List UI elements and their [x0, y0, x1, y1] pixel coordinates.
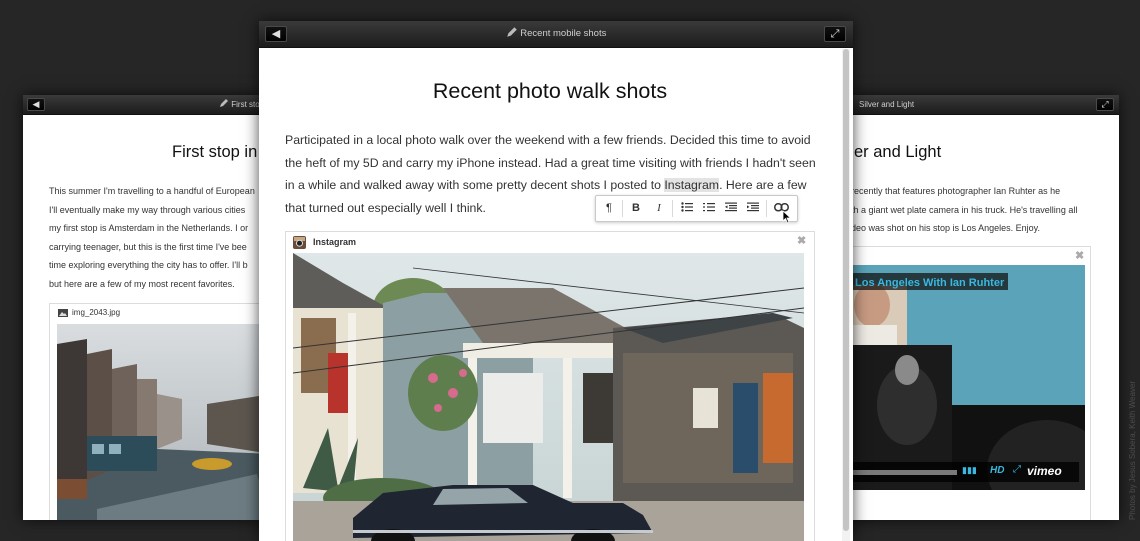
video-title-overlay: Los Angeles With Ian Ruhter: [851, 273, 1009, 290]
left-body-text: This summer I'm travelling to a handful …: [49, 182, 263, 293]
toolbar-divider: [672, 200, 673, 217]
right-body-line: recently that features photographer Ian …: [851, 186, 1061, 196]
numbered-list-button[interactable]: [698, 196, 720, 221]
italic-button[interactable]: I: [648, 196, 670, 221]
left-body-line: time exploring everything the city has t…: [49, 260, 248, 270]
left-body-line: This summer I'm travelling to a handful …: [49, 186, 255, 196]
selected-word-instagram[interactable]: Instagram: [664, 178, 720, 193]
italic-icon: I: [657, 202, 661, 214]
left-body-line: I'll eventually make my way through vari…: [49, 204, 246, 215]
bullet-list-icon: [681, 202, 693, 212]
amsterdam-canal-photo: [57, 324, 263, 520]
right-document-window: Silver and Light ⤢ er and Light recently…: [846, 95, 1119, 520]
right-expand-button[interactable]: ⤢: [1096, 98, 1114, 111]
mouse-cursor-icon: [782, 210, 792, 224]
right-heading: er and Light: [854, 143, 942, 161]
right-window-titlebar: Silver and Light ⤢: [846, 95, 1119, 115]
right-body-line: th a giant wet plate camera in his truck…: [851, 204, 1078, 215]
street-photo: [293, 253, 804, 541]
back-arrow-icon: ◀: [32, 99, 40, 109]
instagram-icon: [293, 236, 306, 249]
photo-credit-text: Photos by Jesus Sobera, Keith Weaver: [1128, 380, 1137, 520]
main-window-title: Recent mobile shots: [520, 28, 607, 39]
video-title: Los Angeles With Ian Ruhter: [855, 277, 1005, 289]
indent-icon: [747, 202, 759, 212]
left-back-button[interactable]: ◀: [27, 98, 45, 111]
bold-button[interactable]: B: [625, 196, 647, 221]
embed-label: Instagram: [313, 237, 357, 247]
main-expand-button[interactable]: ⤢: [824, 26, 846, 42]
right-video-card[interactable]: ✖ Los Angeles With Ian Ruhter ▮▮▮ HD ⤢ v…: [846, 246, 1091, 520]
document-heading[interactable]: Recent photo walk shots: [259, 79, 841, 104]
left-document-window: ◀ First stop First stop in This summer I…: [23, 95, 263, 520]
image-file-icon: [58, 309, 68, 317]
video-controls: ▮▮▮ HD ⤢ vimeo: [847, 462, 1079, 482]
left-heading: First stop in: [172, 143, 258, 161]
right-body-line: deo was shot on his stop is Los Angeles.…: [851, 223, 1040, 233]
paragraph-icon: ¶: [606, 202, 612, 214]
left-body-line: but here are a few of my most recent fav…: [49, 278, 235, 289]
instagram-embed-card[interactable]: Instagram ✖: [285, 231, 815, 541]
left-window-title-group: First stop: [219, 95, 263, 114]
fullscreen-icon[interactable]: ⤢: [1013, 464, 1021, 475]
outdent-icon: [725, 202, 737, 212]
main-document-window: Recent mobile shots ◀ ⤢ Recent photo wal…: [259, 21, 853, 541]
indent-button[interactable]: [742, 196, 764, 221]
main-window-titlebar: Recent mobile shots ◀ ⤢: [259, 21, 853, 48]
pen-icon: [506, 27, 517, 37]
pen-icon: [220, 99, 228, 107]
vimeo-logo[interactable]: vimeo: [1027, 464, 1062, 478]
scrollbar-thumb[interactable]: [843, 49, 849, 531]
hd-button[interactable]: HD: [990, 465, 1004, 476]
bold-icon: B: [632, 202, 640, 214]
main-window-title-group: Recent mobile shots: [259, 21, 853, 47]
instagram-photo: [293, 253, 804, 541]
video-progress-bar[interactable]: [851, 470, 957, 475]
main-back-button[interactable]: ◀: [265, 26, 287, 42]
right-body-text: recently that features photographer Ian …: [851, 182, 1116, 238]
toolbar-divider: [622, 200, 623, 217]
right-window-title: Silver and Light: [859, 100, 915, 109]
outdent-button[interactable]: [720, 196, 742, 221]
formatting-toolbar: ¶ B I: [595, 195, 798, 222]
expand-icon: ⤢: [830, 28, 840, 40]
back-arrow-icon: ◀: [271, 28, 281, 40]
bullet-list-button[interactable]: [676, 196, 698, 221]
video-thumbnail: [847, 265, 1085, 490]
left-window-titlebar: ◀ First stop: [23, 95, 263, 115]
left-attachment-card[interactable]: img_2043.jpg: [49, 303, 263, 520]
close-icon[interactable]: ✖: [797, 234, 806, 247]
video-player[interactable]: Los Angeles With Ian Ruhter ▮▮▮ HD ⤢ vim…: [847, 265, 1085, 490]
paragraph-style-button[interactable]: ¶: [598, 196, 620, 221]
photo-credit: Photos by Jesus Sobera, Keith Weaver: [1128, 360, 1140, 520]
attachment-filename: img_2043.jpg: [72, 308, 121, 317]
numbered-list-icon: [703, 203, 715, 212]
left-body-line: my first stop is Amsterdam in the Nether…: [49, 223, 249, 233]
expand-icon: ⤢: [1101, 99, 1109, 109]
toolbar-divider: [766, 200, 767, 217]
volume-icon[interactable]: ▮▮▮: [962, 465, 977, 476]
close-icon[interactable]: ✖: [1075, 249, 1084, 262]
left-body-line: carrying teenager, but this is the first…: [49, 241, 247, 252]
